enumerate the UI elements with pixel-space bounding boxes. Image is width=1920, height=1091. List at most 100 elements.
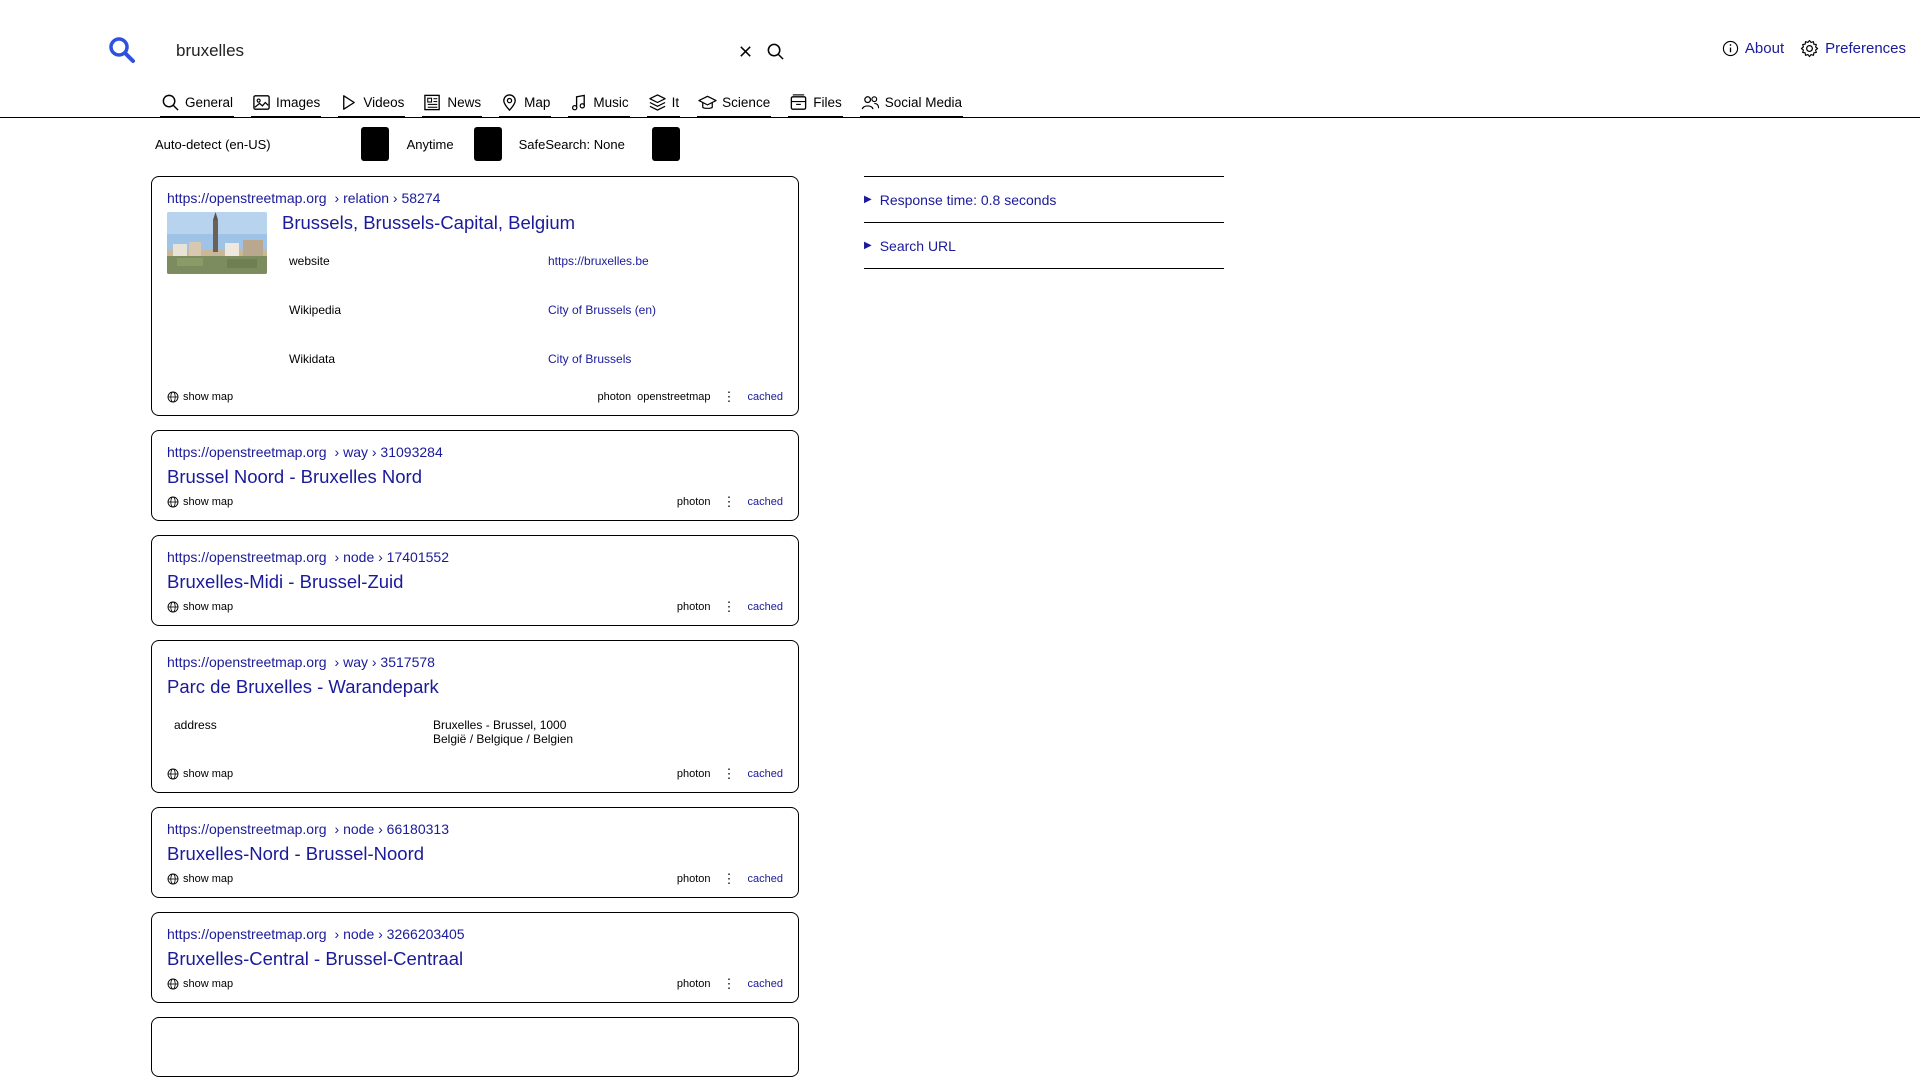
field-key-website: website (289, 253, 330, 268)
result-title[interactable]: Parc de Bruxelles - Warandepark (167, 676, 783, 698)
search-icon (767, 43, 784, 60)
top-links: About Preferences (1722, 39, 1906, 58)
result-address: address Bruxelles - Brussel, 1000 België… (167, 718, 783, 746)
more-options-icon[interactable]: ⋮ (719, 389, 740, 405)
field-key-wikipedia: Wikipedia (289, 302, 342, 317)
engine-label: photon (676, 978, 711, 990)
result-title[interactable]: Bruxelles-Nord - Brussel-Noord (167, 843, 783, 865)
result-path: › node › 3266203405 (334, 926, 465, 942)
show-map-label: show map (183, 768, 234, 780)
show-map-label: show map (183, 978, 234, 990)
wikipedia-link[interactable]: City of Brussels (en) (548, 303, 656, 317)
show-map-button[interactable]: show map (167, 391, 233, 403)
tab-images[interactable]: Images (251, 90, 322, 118)
result-title[interactable]: Brussels, Brussels-Capital, Belgium (282, 212, 783, 234)
tab-social-media[interactable]: Social Media (859, 90, 964, 118)
cached-link[interactable]: cached (748, 391, 783, 403)
tabs-divider (0, 117, 1920, 118)
cached-link[interactable]: cached (748, 496, 783, 508)
cached-link[interactable]: cached (748, 768, 783, 780)
more-options-icon[interactable]: ⋮ (719, 494, 740, 510)
result-thumbnail[interactable] (167, 212, 267, 274)
language-dropdown-button[interactable] (360, 127, 389, 161)
tab-label: It (671, 94, 680, 110)
result-url[interactable]: https://openstreetmap.org › way › 3109328… (167, 444, 783, 460)
time-dropdown-button[interactable] (473, 127, 502, 161)
engine-label: photon (597, 391, 632, 403)
info-icon (1722, 40, 1739, 57)
result-card-partial (151, 1017, 799, 1077)
search-url-toggle[interactable]: ▶ Search URL (864, 222, 1224, 268)
searx-logo[interactable] (108, 36, 136, 64)
more-options-icon[interactable]: ⋮ (719, 976, 740, 992)
about-label: About (1744, 40, 1785, 57)
engine-label: photon (676, 873, 711, 885)
search-url-label: Search URL (879, 237, 956, 254)
engine-label: photon (676, 768, 711, 780)
globe-icon (167, 768, 179, 780)
graduation-cap-icon (698, 95, 717, 109)
tab-files[interactable]: Files (788, 90, 843, 118)
tab-general[interactable]: General (160, 90, 235, 118)
safesearch-filter[interactable]: SafeSearch: None (519, 137, 625, 152)
result-url[interactable]: https://openstreetmap.org › way › 3517578 (167, 654, 783, 670)
tab-music[interactable]: Music (568, 90, 630, 118)
about-link[interactable]: About (1722, 39, 1784, 58)
address-line-2: België / Belgique / Belgien (433, 732, 574, 746)
show-map-button[interactable]: show map (167, 768, 233, 780)
result-card: https://openstreetmap.org › relation › 58… (151, 176, 799, 416)
safesearch-dropdown-button[interactable] (651, 127, 680, 161)
tab-map[interactable]: Map (499, 90, 552, 118)
globe-icon (167, 496, 179, 508)
play-icon (343, 94, 356, 110)
language-filter[interactable]: Auto-detect (en-US) (155, 137, 271, 152)
results-list: https://openstreetmap.org › relation › 58… (151, 176, 799, 1091)
map-pin-icon (503, 93, 516, 111)
result-url[interactable]: https://openstreetmap.org › node › 326620… (167, 926, 783, 942)
cached-link[interactable]: cached (748, 978, 783, 990)
more-options-icon[interactable]: ⋮ (719, 766, 740, 782)
show-map-button[interactable]: show map (167, 496, 233, 508)
result-title[interactable]: Brussel Noord - Bruxelles Nord (167, 466, 783, 488)
show-map-button[interactable]: show map (167, 978, 233, 990)
show-map-button[interactable]: show map (167, 873, 233, 885)
website-link[interactable]: https://bruxelles.be (548, 254, 649, 268)
tab-science[interactable]: Science (697, 90, 772, 118)
result-title[interactable]: Bruxelles-Central - Brussel-Centraal (167, 948, 783, 970)
wikidata-link[interactable]: City of Brussels (548, 352, 631, 366)
result-domain: https://openstreetmap.org (167, 654, 327, 670)
result-card: https://openstreetmap.org › node › 174015… (151, 535, 799, 626)
show-map-button[interactable]: show map (167, 601, 233, 613)
more-options-icon[interactable]: ⋮ (719, 871, 740, 887)
search-bar (160, 30, 790, 72)
tab-label: News (447, 94, 482, 110)
magnifier-logo-icon (109, 37, 135, 63)
more-options-icon[interactable]: ⋮ (719, 599, 740, 615)
show-map-label: show map (183, 601, 234, 613)
search-input[interactable] (160, 31, 730, 71)
result-domain: https://openstreetmap.org (167, 549, 327, 565)
response-time-toggle[interactable]: ▶ Response time: 0.8 seconds (864, 176, 1224, 222)
image-icon (253, 94, 270, 110)
tab-news[interactable]: News (422, 90, 483, 118)
clear-search-button[interactable] (730, 36, 760, 66)
search-submit-button[interactable] (760, 36, 790, 66)
globe-icon (167, 873, 179, 885)
triangle-right-icon: ▶ (864, 240, 872, 251)
time-filter[interactable]: Anytime (407, 137, 454, 152)
result-url[interactable]: https://openstreetmap.org › node › 661803… (167, 821, 783, 837)
preferences-link[interactable]: Preferences (1800, 39, 1906, 58)
brussels-city-photo (167, 212, 267, 274)
result-url[interactable]: https://openstreetmap.org › relation › 58… (167, 190, 783, 206)
field-key-wikidata: Wikidata (289, 351, 336, 366)
sidebar-divider (864, 268, 1224, 269)
globe-icon (167, 391, 179, 403)
cached-link[interactable]: cached (748, 873, 783, 885)
search-icon (162, 94, 179, 111)
tab-videos[interactable]: Videos (338, 90, 406, 118)
tab-it[interactable]: It (646, 90, 681, 118)
globe-icon (167, 978, 179, 990)
cached-link[interactable]: cached (748, 601, 783, 613)
result-title[interactable]: Bruxelles-Midi - Brussel-Zuid (167, 571, 783, 593)
result-url[interactable]: https://openstreetmap.org › node › 174015… (167, 549, 783, 565)
